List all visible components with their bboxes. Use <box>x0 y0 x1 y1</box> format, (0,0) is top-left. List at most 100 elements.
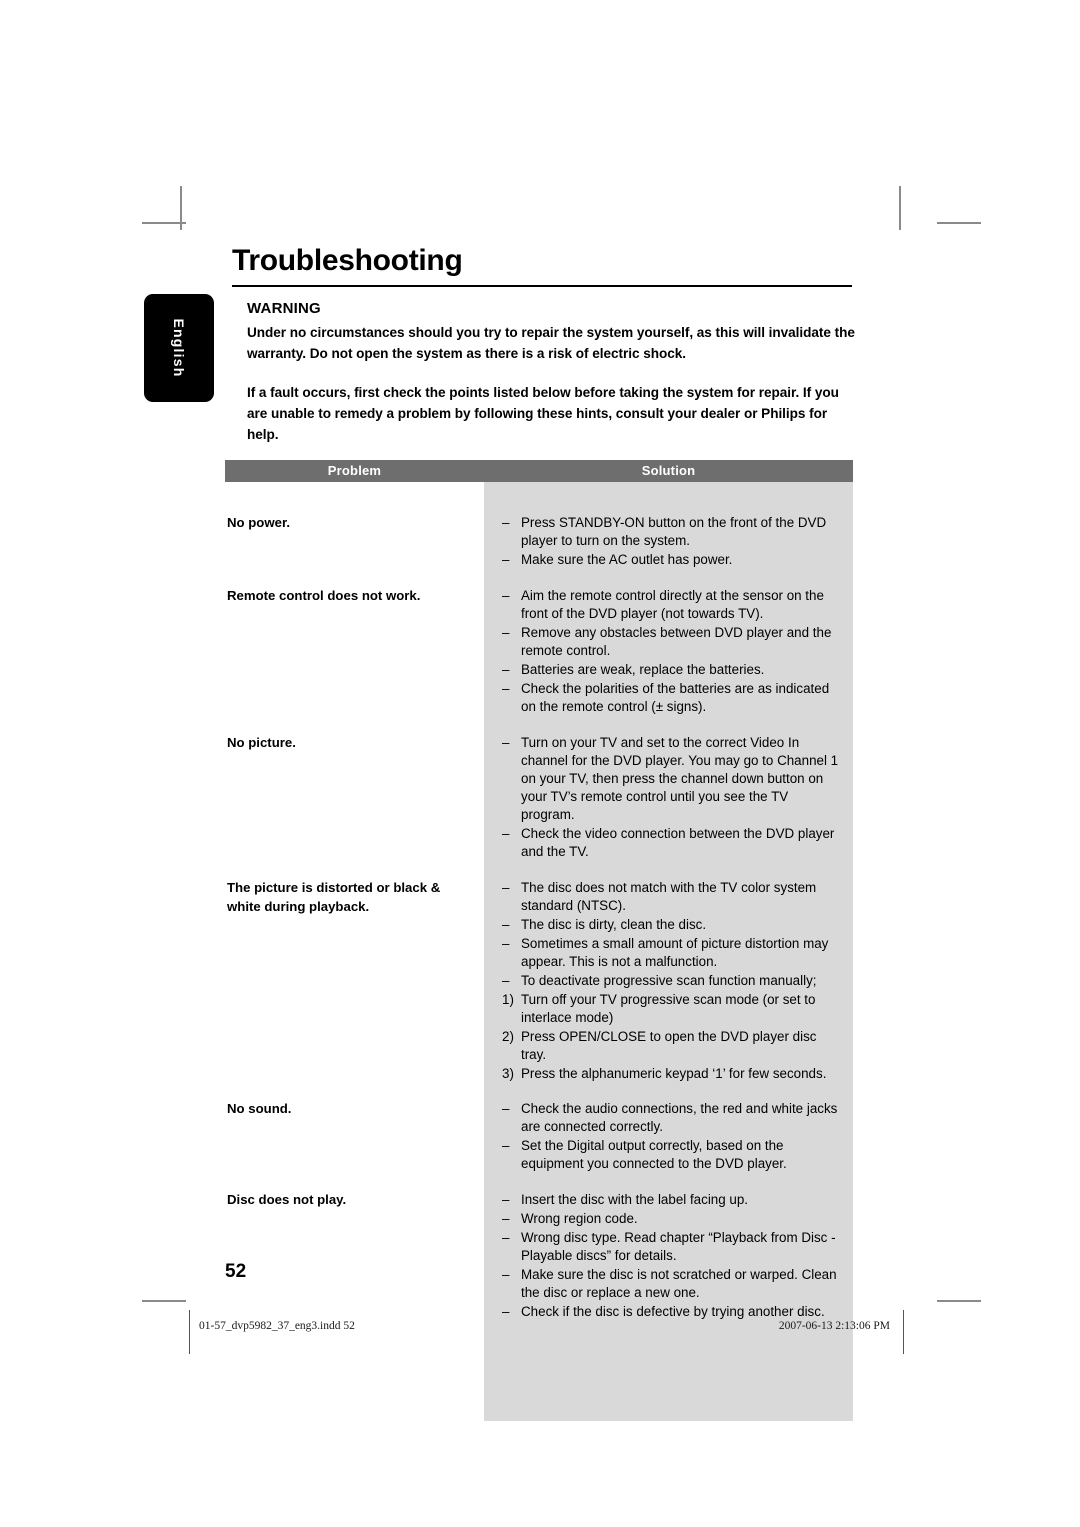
solution-item-marker: – <box>502 1303 510 1319</box>
problem-label: Disc does not play. <box>227 1192 347 1207</box>
solution-item-text: Press the alphanumeric keypad ‘1’ for fe… <box>521 1065 827 1081</box>
table-row: Remote control does not work. <box>225 587 484 734</box>
solution-item: – Batteries are weak, replace the batteri… <box>502 661 845 679</box>
footer-rule-left <box>189 1310 190 1354</box>
solution-item-text: Aim the remote control directly at the s… <box>521 588 824 621</box>
table-row: No sound. <box>225 1100 484 1191</box>
table-header-problem: Problem <box>327 463 382 478</box>
solution-cell: – The disc does not match with the TV col… <box>484 879 853 1100</box>
solution-item-marker: – <box>502 735 510 750</box>
crop-mark-top-right-vertical <box>899 186 901 230</box>
solution-item-marker: – <box>502 916 510 932</box>
solution-item-text: Wrong region code. <box>521 1210 638 1226</box>
solution-item-marker: – <box>502 880 510 895</box>
solution-item-marker: – <box>502 680 510 696</box>
solution-item-text: Make sure the disc is not scratched or w… <box>521 1266 837 1300</box>
solution-item-marker: – <box>502 661 510 677</box>
solution-item-marker: – <box>502 825 510 841</box>
solution-item-marker: – <box>502 1266 510 1282</box>
solution-item: – Check the video connection between the … <box>502 825 845 861</box>
solution-item: 3) Press the alphanumeric keypad ‘1’ for … <box>502 1065 845 1083</box>
crop-mark-top-left-horizontal <box>142 222 186 224</box>
problem-label: No sound. <box>227 1101 292 1116</box>
language-tab: English <box>144 294 214 402</box>
solution-item: – Aim the remote control directly at the … <box>502 587 845 623</box>
solution-item: – Make sure the disc is not scratched or … <box>502 1266 845 1302</box>
troubleshooting-table: Problem Solution No power. Remote control… <box>225 460 853 1421</box>
solution-item-text: Press STANDBY-ON button on the front of … <box>521 515 827 548</box>
solution-item: – Remove any obstacles between DVD player… <box>502 624 845 660</box>
solution-item-text: Batteries are weak, replace the batterie… <box>521 661 765 677</box>
solution-column: – Press STANDBY-ON button on the front of… <box>484 482 853 1421</box>
solution-item-text: Check the video connection between the D… <box>521 825 835 859</box>
solution-item: – The disc does not match with the TV col… <box>502 879 845 915</box>
solution-item-marker: 2) <box>502 1028 514 1044</box>
solution-item-marker: – <box>502 972 510 988</box>
solution-item-marker: – <box>502 515 510 530</box>
solution-item: – To deactivate progressive scan function… <box>502 972 845 990</box>
solution-item-text: Make sure the AC outlet has power. <box>521 551 733 567</box>
warning-paragraph-2: If a fault occurs, first check the point… <box>247 385 839 442</box>
table-row: The picture is distorted or black & whit… <box>225 879 484 1100</box>
solution-item-text: Turn off your TV progressive scan mode (… <box>521 991 816 1025</box>
solution-item-text: Insert the disc with the label facing up… <box>521 1192 749 1207</box>
solution-item-text: To deactivate progressive scan function … <box>521 972 817 988</box>
warning-heading: WARNING <box>247 300 321 317</box>
solution-item: – Make sure the AC outlet has power. <box>502 551 845 569</box>
solution-item-text: Wrong disc type. Read chapter “Playback … <box>521 1229 836 1263</box>
solution-item: – Press STANDBY-ON button on the front of… <box>502 514 845 550</box>
solution-item: – Check the polarities of the batteries a… <box>502 680 845 716</box>
solution-item: – Set the Digital output correctly, based… <box>502 1137 845 1173</box>
problem-column: No power. Remote control does not work. No… <box>225 482 484 1321</box>
solution-item-text: Remove any obstacles between DVD player … <box>521 624 832 658</box>
crop-mark-bottom-left-horizontal <box>142 1300 186 1302</box>
solution-item-text: Check the audio connections, the red and… <box>521 1101 838 1134</box>
table-row: No picture. <box>225 734 484 879</box>
solution-item: – Insert the disc with the label facing u… <box>502 1191 845 1209</box>
table-header-row: Problem Solution <box>225 460 853 482</box>
solution-cell: – Press STANDBY-ON button on the front of… <box>484 514 853 587</box>
solution-item-marker: – <box>502 551 510 567</box>
footer-file-name: 01-57_dvp5982_37_eng3.indd 52 <box>199 1320 355 1332</box>
solution-item-text: The disc does not match with the TV colo… <box>521 880 817 913</box>
table-header-solution: Solution <box>641 463 696 478</box>
solution-item-marker: – <box>502 1137 510 1153</box>
solution-item-marker: – <box>502 588 510 603</box>
solution-item-marker: – <box>502 1192 510 1207</box>
warning-paragraph-1: Under no circumstances should you try to… <box>247 325 855 361</box>
page-number: 52 <box>225 1261 247 1282</box>
problem-label: Remote control does not work. <box>227 588 421 603</box>
table-row: Disc does not play. <box>225 1191 484 1321</box>
solution-item-marker: – <box>502 935 510 951</box>
solution-item: 1) Turn off your TV progressive scan mode… <box>502 991 845 1027</box>
crop-mark-bottom-right-horizontal <box>937 1300 981 1302</box>
solution-item: – The disc is dirty, clean the disc. <box>502 916 845 934</box>
solution-item-text: The disc is dirty, clean the disc. <box>521 916 707 932</box>
solution-item: – Check the audio connections, the red an… <box>502 1100 845 1136</box>
solution-item-marker: 1) <box>502 991 514 1007</box>
solution-item-text: Check the polarities of the batteries ar… <box>521 680 830 714</box>
solution-cell: – Check the audio connections, the red an… <box>484 1100 853 1191</box>
problem-label: The picture is distorted or black & whit… <box>227 880 441 914</box>
solution-item-text: Press OPEN/CLOSE to open the DVD player … <box>521 1028 817 1062</box>
table-body: No power. Remote control does not work. No… <box>225 482 853 1421</box>
solution-item-marker: – <box>502 624 510 640</box>
solution-cell: – Turn on your TV and set to the correct … <box>484 734 853 879</box>
solution-item: – Check if the disc is defective by tryin… <box>502 1303 845 1321</box>
solution-item-marker: – <box>502 1210 510 1226</box>
solution-item: 2) Press OPEN/CLOSE to open the DVD playe… <box>502 1028 845 1064</box>
title-underline-rule <box>232 285 852 287</box>
footer-timestamp: 2007-06-13 2:13:06 PM <box>778 1320 890 1332</box>
solution-item-text: Sometimes a small amount of picture dist… <box>521 935 829 969</box>
solution-item-marker: 3) <box>502 1065 514 1081</box>
warning-block: WARNING Under no circumstances should yo… <box>247 300 857 445</box>
solution-item-marker: – <box>502 1229 510 1245</box>
solution-item: – Turn on your TV and set to the correct … <box>502 734 845 824</box>
language-tab-label: English <box>171 318 187 378</box>
solution-item-text: Turn on your TV and set to the correct V… <box>521 735 839 822</box>
solution-item: – Wrong region code. <box>502 1210 845 1228</box>
table-row: No power. <box>225 514 484 587</box>
crop-mark-top-right-horizontal <box>937 222 981 224</box>
problem-label: No power. <box>227 515 291 530</box>
solution-cell: – Insert the disc with the label facing u… <box>484 1191 853 1321</box>
